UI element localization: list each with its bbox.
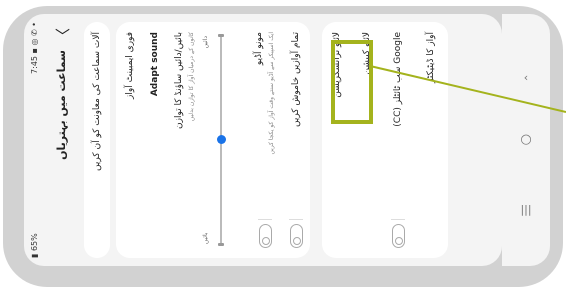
annotation-arrow <box>369 65 566 113</box>
annotation-line <box>369 65 566 113</box>
